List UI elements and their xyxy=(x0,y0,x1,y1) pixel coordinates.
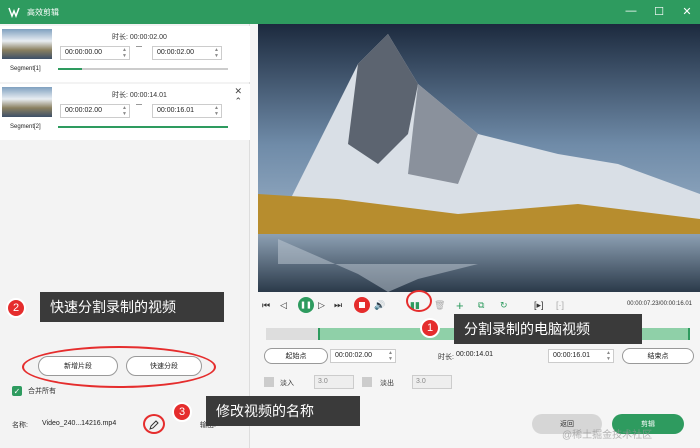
play-pause-button[interactable]: ❚❚ xyxy=(298,297,314,313)
segment-range-bar xyxy=(58,126,228,128)
set-start-button[interactable]: 起始点 xyxy=(264,348,328,364)
minimize-icon[interactable]: — xyxy=(624,3,638,19)
window-title: 高效剪辑 xyxy=(27,7,59,17)
reset-icon[interactable]: ↻ xyxy=(500,297,508,313)
merge-all-checkbox[interactable]: ✓ xyxy=(12,386,22,396)
playback-time: 00:00:07.23/00:00:16.01 xyxy=(626,301,692,307)
fade-in-label: 淡入 xyxy=(280,380,294,387)
app-logo-icon xyxy=(7,5,21,19)
fade-in-checkbox[interactable] xyxy=(264,377,274,387)
video-preview[interactable] xyxy=(258,24,700,292)
set-end-button[interactable]: 结束点 xyxy=(622,348,694,364)
copy-icon[interactable]: ⧉ xyxy=(478,297,484,313)
segment-item[interactable]: Segment[2] 时长: 00:00:14.01 00:00:02.00 ▲ ▼… xyxy=(0,84,250,140)
step-badge: 3 xyxy=(172,402,192,422)
merge-all-row[interactable]: ✓ 合并所有 xyxy=(12,386,56,396)
title-bar: 高效剪辑 — ☐ ✕ xyxy=(0,0,700,24)
edit-name-icon[interactable] xyxy=(148,419,160,431)
fade-out-label: 淡出 xyxy=(380,380,394,387)
file-name: Video_240...14216.mp4 xyxy=(42,420,117,427)
fast-split-button[interactable]: 快速分段 xyxy=(126,356,202,376)
mark-in-icon[interactable]: [▸] xyxy=(534,297,544,313)
watermark: @稀土掘金技术社区 xyxy=(562,430,653,441)
mark-out-icon[interactable]: [·] xyxy=(556,297,564,313)
step-badge: 1 xyxy=(420,318,440,338)
duration-value: 00:00:14.01 xyxy=(456,351,493,358)
callout-split: 分割录制的电脑视频 xyxy=(454,314,642,344)
trim-row: 起始点 00:00:02.00 ▲ ▼ 时长: 00:00:14.01 00:00:… xyxy=(262,348,698,366)
segment-item[interactable]: Segment[1] 时长: 00:00:02.00 00:00:00.00 ▲ ▼… xyxy=(0,26,250,82)
segment-label: Segment[2] xyxy=(10,124,41,130)
segment-range-bar xyxy=(58,68,228,70)
volume-icon[interactable]: 🔊 xyxy=(374,297,385,313)
segment-label: Segment[1] xyxy=(10,66,41,72)
callout-fast-split: 快速分割录制的视频 xyxy=(40,292,224,322)
start-time-input[interactable]: 00:00:02.00 ▲ ▼ xyxy=(330,349,396,363)
stop-button[interactable] xyxy=(354,297,370,313)
segment-start-input[interactable]: 00:00:00.00 ▲ ▼ xyxy=(60,46,130,60)
prev-frame-icon[interactable]: ◁ xyxy=(280,297,287,313)
segment-thumbnail xyxy=(2,29,52,59)
segment-start-input[interactable]: 00:00:02.00 ▲ ▼ xyxy=(60,104,130,118)
segment-duration: 时长: 00:00:14.01 xyxy=(112,92,167,99)
delete-icon[interactable]: 🗑 xyxy=(434,297,445,313)
new-segment-button[interactable]: 新增片段 xyxy=(38,356,118,376)
end-time-input[interactable]: 00:00:16.01 ▲ ▼ xyxy=(548,349,614,363)
step-badge: 2 xyxy=(6,298,26,318)
name-label: 名称: xyxy=(12,422,28,429)
fade-out-checkbox[interactable] xyxy=(362,377,372,387)
skip-start-icon[interactable]: ⏮ xyxy=(262,297,270,313)
callout-rename: 修改视频的名称 xyxy=(206,396,360,426)
close-icon[interactable]: ✕ xyxy=(680,3,694,19)
maximize-icon[interactable]: ☐ xyxy=(652,3,666,19)
highlight-oval xyxy=(406,290,432,312)
segment-end-input[interactable]: 00:00:16.01 ▲ ▼ xyxy=(152,104,222,118)
add-icon[interactable]: + xyxy=(456,297,464,313)
fade-row: 淡入 3.0 淡出 3.0 xyxy=(262,374,698,390)
next-frame-icon[interactable]: ▷ xyxy=(318,297,325,313)
segment-thumbnail xyxy=(2,87,52,117)
chevron-up-icon[interactable]: ⌃ xyxy=(234,96,242,107)
merge-all-label: 合并所有 xyxy=(28,388,56,395)
segment-duration: 时长: 00:00:02.00 xyxy=(112,34,167,41)
fade-in-input[interactable]: 3.0 xyxy=(314,375,354,389)
skip-end-icon[interactable]: ⏭ xyxy=(334,297,342,313)
fade-out-input[interactable]: 3.0 xyxy=(412,375,452,389)
segment-end-input[interactable]: 00:00:02.00 ▲ ▼ xyxy=(152,46,222,60)
